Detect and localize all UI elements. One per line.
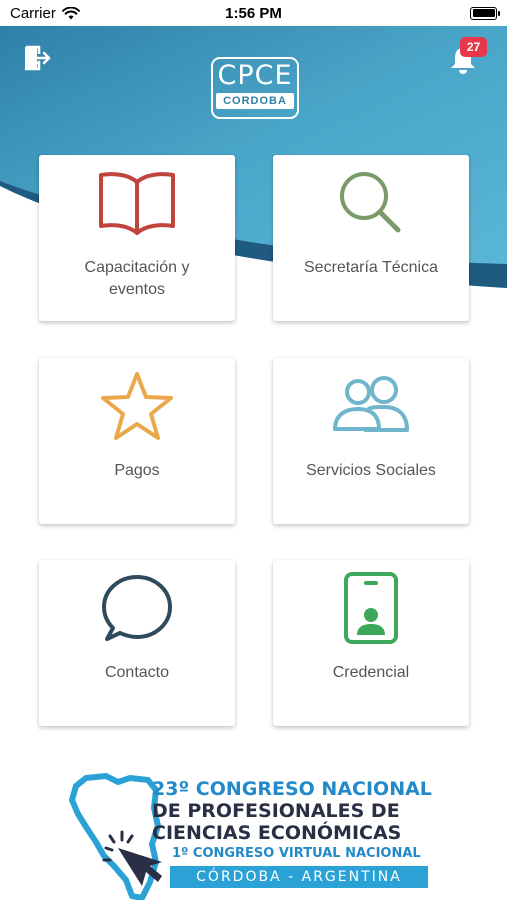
banner-line-2: DE PROFESIONALES DE — [152, 800, 400, 822]
menu-card-servicios-sociales[interactable]: Servicios Sociales — [273, 358, 469, 524]
status-bar: Carrier 1:56 PM — [0, 0, 507, 26]
banner-line-4: 1º CONGRESO VIRTUAL NACIONAL — [172, 846, 421, 861]
menu-card-pagos[interactable]: Pagos — [39, 358, 235, 524]
menu-card-label: Capacitación y eventos — [84, 259, 190, 298]
menu-card-label: Pagos — [114, 462, 160, 479]
menu-card-secretaria-tecnica[interactable]: Secretaría Técnica — [273, 155, 469, 321]
menu-card-label: Servicios Sociales — [306, 462, 436, 479]
menu-card-credencial[interactable]: Credencial — [273, 560, 469, 726]
menu-card-label: Secretaría Técnica — [304, 259, 438, 276]
battery-icon — [470, 6, 500, 20]
menu-card-label: Credencial — [332, 664, 410, 681]
banner-line-3: CIENCIAS ECONÓMICAS — [152, 822, 402, 844]
star-icon — [97, 372, 177, 440]
users-icon — [331, 372, 411, 440]
notification-badge: 27 — [460, 37, 487, 57]
banner-line-1: 23º CONGRESO NACIONAL — [152, 778, 432, 800]
congress-banner[interactable]: 23º CONGRESO NACIONAL DE PROFESIONALES D… — [66, 770, 444, 900]
menu-card-label: Contacto — [104, 664, 170, 681]
banner-line-5: CÓRDOBA - ARGENTINA — [170, 866, 428, 888]
chat-bubble-icon — [97, 574, 177, 642]
menu-card-capacitacion[interactable]: Capacitación y eventos — [39, 155, 235, 321]
book-icon — [97, 169, 177, 237]
id-card-icon — [331, 572, 411, 644]
status-left: Carrier — [10, 5, 80, 22]
logo-subtext: CORDOBA — [216, 93, 294, 109]
carrier-label: Carrier — [10, 4, 56, 22]
search-icon — [331, 169, 411, 237]
logo-text: CPCE — [217, 60, 293, 91]
wifi-icon — [61, 6, 80, 19]
logout-icon[interactable] — [22, 44, 52, 72]
cpce-logo: CPCE CORDOBA — [211, 57, 299, 119]
menu-card-contacto[interactable]: Contacto — [39, 560, 235, 726]
